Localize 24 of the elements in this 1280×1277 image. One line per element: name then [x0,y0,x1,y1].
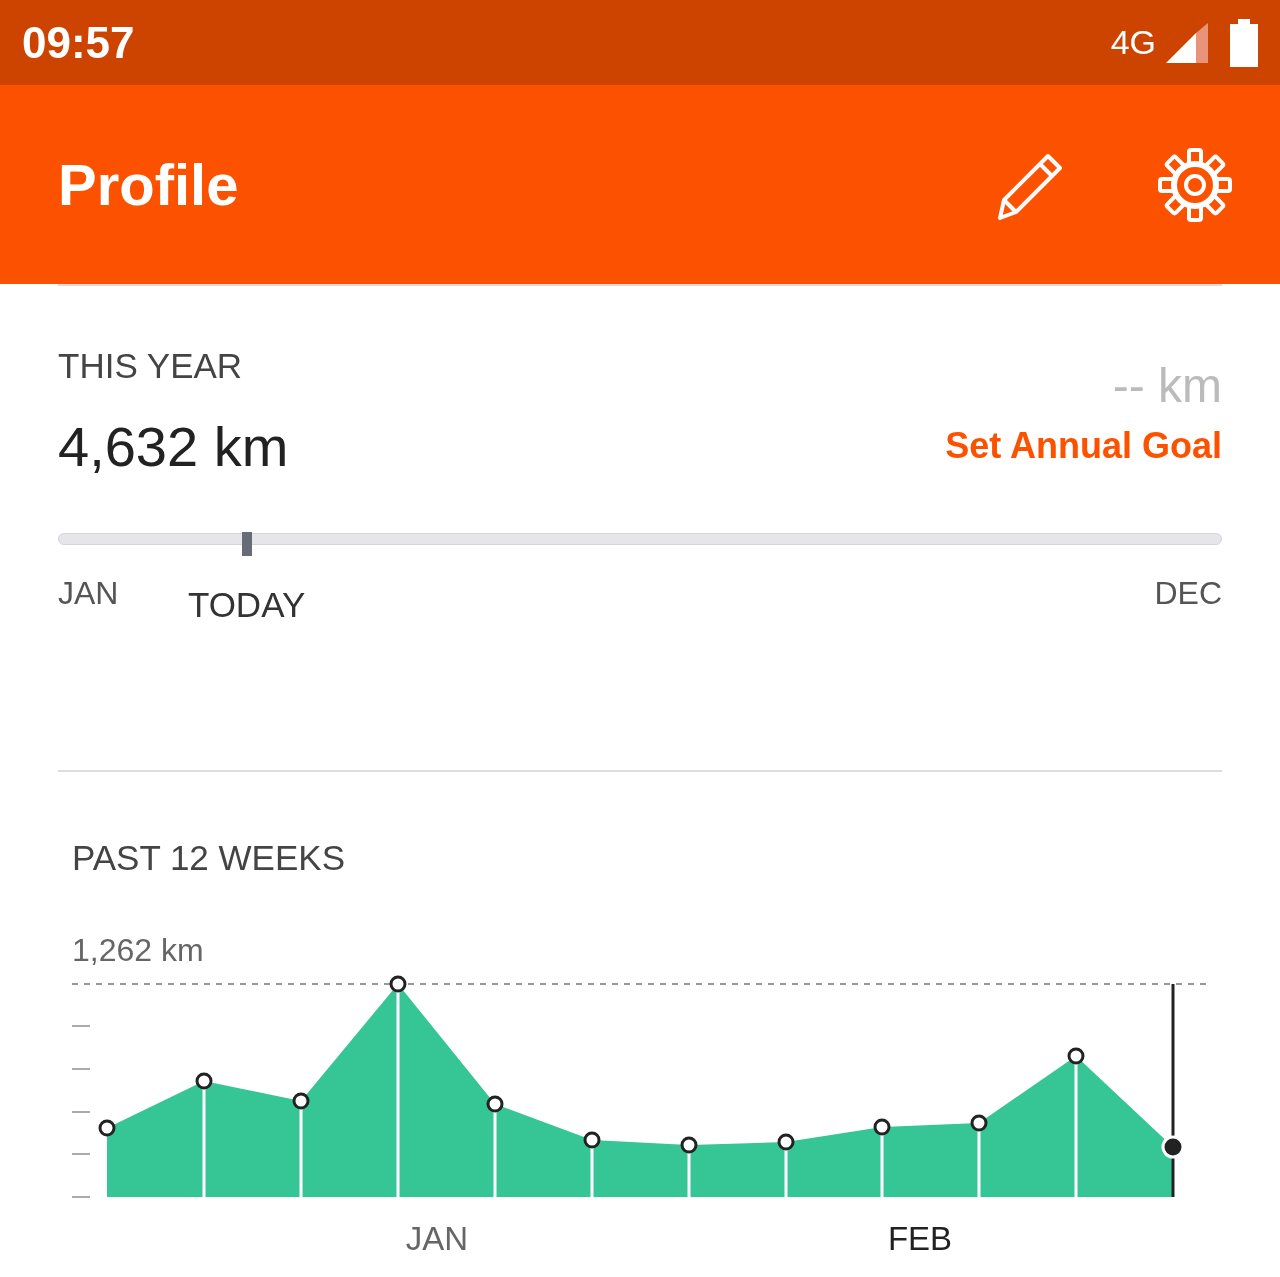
section-label: PAST 12 WEEKS [72,838,346,878]
goal-value: -- km [1111,358,1222,413]
today-label: TODAY [187,585,306,625]
axis-tick [72,1025,91,1027]
set-goal-link[interactable]: Set Annual Goal [945,425,1222,467]
distance-value: 4,632 km [58,414,289,479]
month-label: JAN [405,1220,469,1257]
month-label: DEC [1154,575,1222,613]
axis-max-label: 1,262 km [72,932,205,969]
axis-tick [72,1068,91,1070]
axis-tick [72,1196,91,1198]
data-point [98,1119,116,1137]
section-label: THIS YEAR [58,346,244,386]
clock-time: 09:57 [22,17,136,68]
axis-tick [72,1111,91,1113]
battery-icon [1230,18,1258,67]
page-title: Profile [58,151,240,218]
settings-button[interactable] [1158,147,1232,222]
month-label: FEB [887,1220,953,1257]
selected-point [1161,1135,1185,1159]
signal-icon [1166,22,1210,63]
axis-tick [72,1153,91,1155]
network-type: 4G [1110,23,1156,62]
month-label: JAN [58,575,119,613]
